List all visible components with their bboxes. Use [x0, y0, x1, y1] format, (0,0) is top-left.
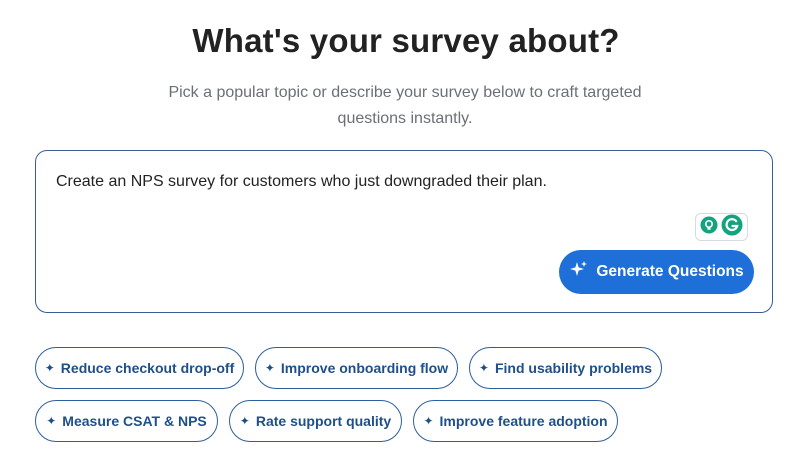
- sparkle-icon: [569, 260, 589, 285]
- topic-chip-label: Rate support quality: [255, 413, 392, 429]
- sparkle-icon: ✦: [478, 361, 489, 375]
- sparkle-icon: ✦: [44, 361, 55, 375]
- survey-prompt-input[interactable]: Create an NPS survey for customers who j…: [56, 173, 547, 191]
- topic-chip-label: Find usability problems: [494, 360, 653, 376]
- topic-chip-label: Reduce checkout drop-off: [60, 360, 235, 376]
- topic-chip-improve-feature-adoption[interactable]: ✦ Improve feature adoption: [413, 400, 618, 442]
- topic-chip-reduce-checkout-drop-off[interactable]: ✦ Reduce checkout drop-off: [35, 347, 244, 389]
- topic-chip-find-usability-problems[interactable]: ✦ Find usability problems: [469, 347, 662, 389]
- generate-questions-button[interactable]: Generate Questions: [559, 250, 754, 294]
- topic-chip-label: Measure CSAT & NPS: [62, 413, 207, 429]
- sparkle-icon: ✦: [46, 414, 57, 428]
- lightbulb-icon[interactable]: [700, 216, 718, 239]
- topic-chip-label: Improve feature adoption: [439, 413, 608, 429]
- topic-chip-improve-onboarding-flow[interactable]: ✦ Improve onboarding flow: [255, 347, 458, 389]
- sparkle-icon: ✦: [264, 361, 275, 375]
- generate-questions-label: Generate Questions: [596, 263, 744, 280]
- sparkle-icon: ✦: [239, 414, 250, 428]
- writing-assistant-widget[interactable]: [695, 213, 748, 241]
- page-subtitle: Pick a popular topic or describe your su…: [168, 84, 642, 127]
- topic-chip-label: Improve onboarding flow: [280, 360, 449, 376]
- grammar-assistant-icon[interactable]: [721, 214, 743, 241]
- topic-chip-measure-csat-nps[interactable]: ✦ Measure CSAT & NPS: [35, 400, 218, 442]
- survey-prompt-box[interactable]: Create an NPS survey for customers who j…: [35, 150, 773, 313]
- topic-chip-rate-support-quality[interactable]: ✦ Rate support quality: [229, 400, 402, 442]
- sparkle-icon: ✦: [423, 414, 434, 428]
- page-title: What's your survey about?: [192, 22, 620, 59]
